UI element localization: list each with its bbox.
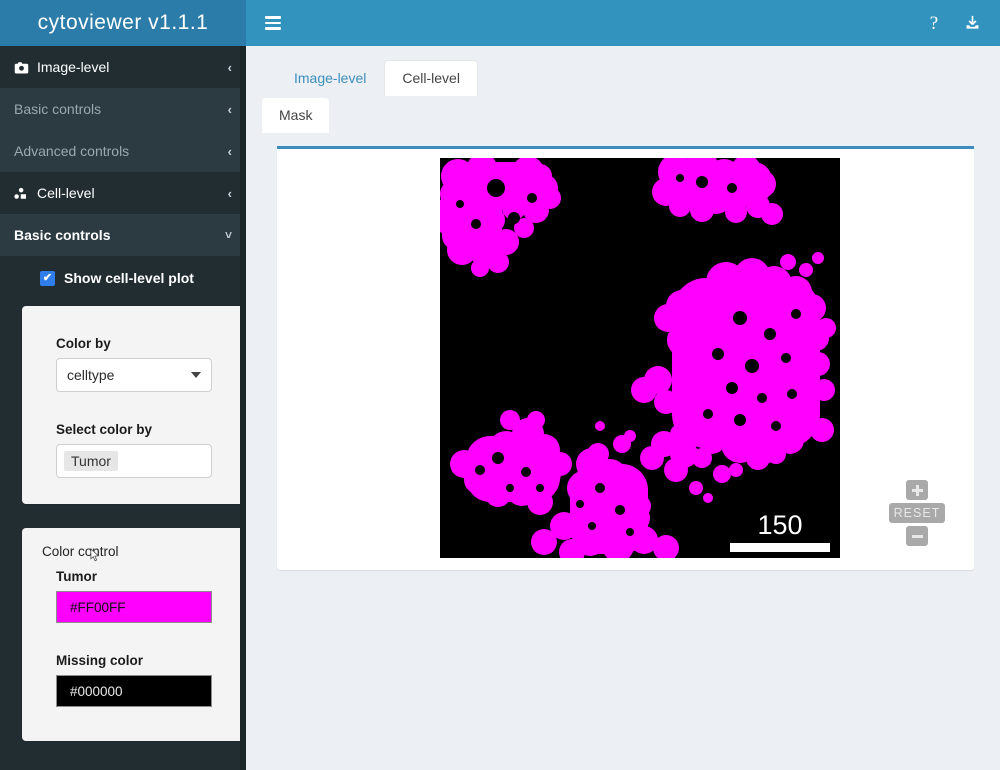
missing-color-value: #000000 xyxy=(70,683,123,699)
scale-bar-line xyxy=(730,543,830,552)
hamburger-icon[interactable] xyxy=(254,0,292,46)
field-spacer xyxy=(22,623,246,653)
select-color-by-label: Select color by xyxy=(56,422,153,437)
show-cell-level-plot-label: Show cell-level plot xyxy=(64,270,194,286)
navbar-actions: ? xyxy=(918,3,1000,43)
hamburger-bar xyxy=(265,21,281,25)
sidebar-item-label: Advanced controls xyxy=(14,143,130,159)
download-icon[interactable] xyxy=(956,3,988,43)
chevron-left-icon: ‹ xyxy=(227,59,232,75)
application-root: cytoviewer v1.1.1 ? Image-level ‹ Basic … xyxy=(0,0,1000,770)
zoom-reset-button[interactable]: RESET xyxy=(888,503,946,523)
select-color-by-field: Select color by Tumor xyxy=(22,422,246,478)
tumor-color-input[interactable]: #FF00FF xyxy=(56,591,212,623)
missing-color-label: Missing color xyxy=(56,653,144,668)
chevron-left-icon: ‹ xyxy=(227,101,232,117)
color-by-label: Color by xyxy=(56,336,111,351)
mouse-cursor xyxy=(90,548,100,562)
main-content: Image-level Cell-level Mask 150 RESET xyxy=(90,46,1000,770)
sidebar-item-label: Cell-level xyxy=(37,185,95,201)
sidebar-item-image-level[interactable]: Image-level ‹ xyxy=(0,46,246,88)
shapes-icon xyxy=(14,187,29,200)
sidebar-item-image-advanced-controls[interactable]: Advanced controls ‹ xyxy=(0,130,246,172)
tab-image-level[interactable]: Image-level xyxy=(276,60,384,96)
mask-image[interactable]: 150 xyxy=(440,158,840,558)
mask-render xyxy=(440,158,840,558)
tab-mask[interactable]: Mask xyxy=(262,98,330,133)
show-cell-level-plot-row[interactable]: ✔ Show cell-level plot xyxy=(0,256,246,298)
mask-viewer-panel: 150 RESET xyxy=(277,146,974,570)
sidebar-item-label: Basic controls xyxy=(14,101,102,117)
color-control-panel: Color control Tumor #FF00FF Missing colo… xyxy=(22,528,246,741)
zoom-controls: RESET xyxy=(882,477,952,549)
show-cell-level-plot-checkbox[interactable]: ✔ xyxy=(40,270,55,286)
zoom-out-button[interactable] xyxy=(906,526,928,546)
help-icon[interactable]: ? xyxy=(918,3,950,43)
scale-bar: 150 xyxy=(730,512,830,552)
tab-cell-level[interactable]: Cell-level xyxy=(384,60,478,96)
download-glyph xyxy=(966,15,978,29)
sidebar-item-label: Image-level xyxy=(37,59,110,75)
missing-color-field: Missing color #000000 xyxy=(22,653,246,707)
sidebar-item-cell-level[interactable]: Cell-level ‹ xyxy=(0,172,246,214)
sidebar-item-label: Basic controls xyxy=(14,227,111,243)
chevron-left-icon: ‹ xyxy=(227,185,232,201)
tab-label: Mask xyxy=(279,107,313,123)
sidebar: Image-level ‹ Basic controls ‹ Advanced … xyxy=(0,46,246,770)
color-by-field: Color by celltype xyxy=(22,336,246,392)
color-by-value: celltype xyxy=(67,367,115,383)
camera-icon xyxy=(14,61,29,74)
tumor-color-field: Tumor #FF00FF xyxy=(22,569,246,623)
field-spacer xyxy=(22,392,246,422)
tumor-color-value: #FF00FF xyxy=(70,599,126,615)
top-navbar: ? xyxy=(246,0,1000,46)
selected-tag[interactable]: Tumor xyxy=(64,451,118,471)
tab-label: Cell-level xyxy=(402,70,460,87)
select-color-by-input[interactable]: Tumor xyxy=(56,444,212,478)
tumor-color-label: Tumor xyxy=(56,569,97,584)
zoom-in-button[interactable] xyxy=(906,480,928,500)
primary-tabs: Image-level Cell-level xyxy=(246,46,1000,96)
plus-icon xyxy=(915,484,919,496)
missing-color-input[interactable]: #000000 xyxy=(56,675,212,707)
sidebar-item-image-basic-controls[interactable]: Basic controls ‹ xyxy=(0,88,246,130)
tab-label: Image-level xyxy=(294,70,367,87)
color-by-select[interactable]: celltype xyxy=(56,358,212,392)
secondary-tabs: Mask xyxy=(246,98,1000,133)
hamburger-bar xyxy=(265,27,281,30)
hamburger-bar xyxy=(265,16,281,19)
chevron-left-icon: ‹ xyxy=(227,143,232,159)
minus-icon xyxy=(911,534,923,538)
sidebar-item-cell-basic-controls[interactable]: Basic controls ˅ xyxy=(0,214,246,256)
color-control-title: Color control xyxy=(42,544,119,559)
scale-bar-value: 150 xyxy=(757,510,803,540)
app-brand: cytoviewer v1.1.1 xyxy=(0,0,246,46)
app-title: cytoviewer v1.1.1 xyxy=(37,11,209,34)
basic-controls-panel: Color by celltype Select color by Tumor xyxy=(22,306,246,504)
help-glyph: ? xyxy=(929,12,939,34)
chevron-down-icon xyxy=(191,372,201,378)
chevron-down-icon: ˅ xyxy=(224,228,232,242)
